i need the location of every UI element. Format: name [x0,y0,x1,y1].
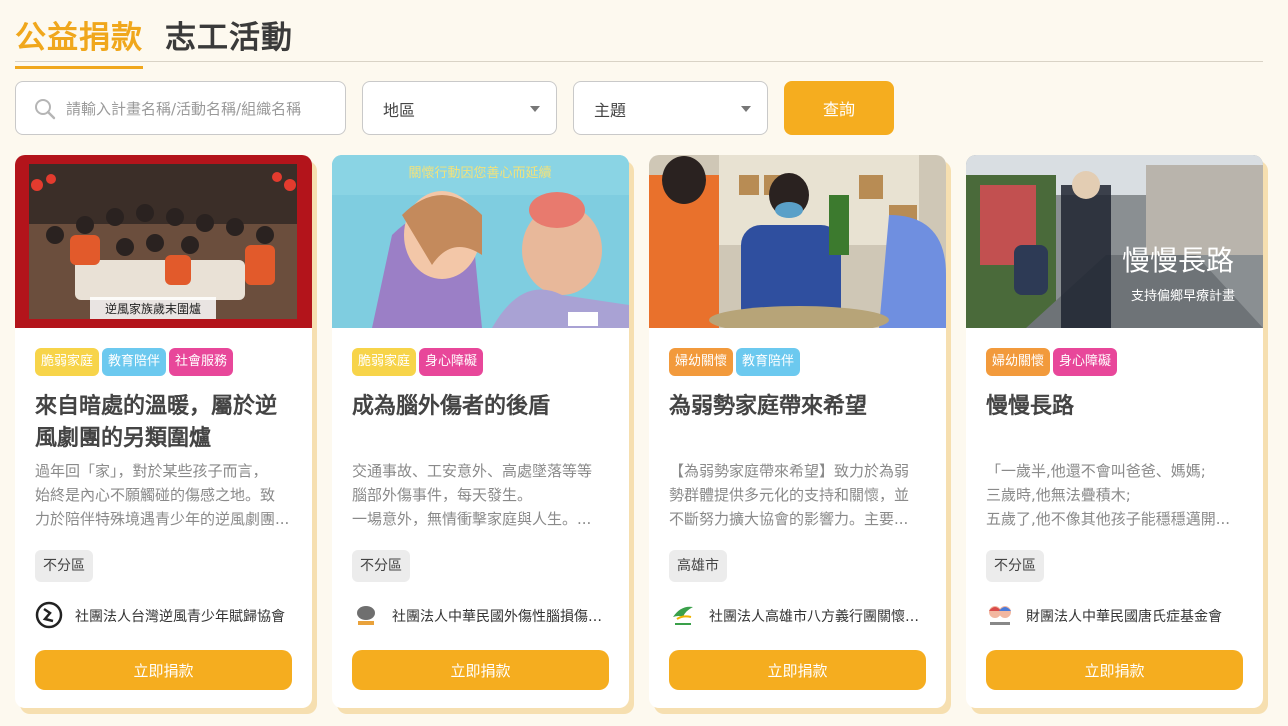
tab-volunteer[interactable]: 志工活動 [165,12,293,57]
topic-select[interactable]: 主題 [573,81,768,135]
project-title[interactable]: 為弱勢家庭帶來希望 [669,391,927,423]
project-image[interactable] [649,155,946,328]
search-input[interactable] [66,94,336,124]
tag-list: 婦幼關懷 身心障礙 [986,348,1118,376]
image-caption: 慢慢長路 [1122,244,1234,277]
organization[interactable]: 財團法人中華民國唐氏症基金會 [986,599,1244,631]
organization[interactable]: 社團法人中華民國外傷性腦損傷協會 [352,599,610,631]
organization-name: 社團法人高雄市八方義行團關懷協會 [709,609,927,625]
region-badge: 不分區 [35,550,93,582]
tag[interactable]: 身心障礙 [419,348,484,376]
tag[interactable]: 教育陪伴 [736,348,801,376]
image-subcaption: 支持偏鄉早療計畫 [1131,288,1235,304]
project-title[interactable]: 成為腦外傷者的後盾 [352,391,610,423]
tag-list: 脆弱家庭 教育陪伴 社會服務 [35,348,234,376]
tag-list: 脆弱家庭 身心障礙 [352,348,484,376]
project-description: 「一歲半,他還不會叫爸爸、媽媽; 三歲時,他無法疊積木; 五歲了,他不像其他孩子… [986,462,1231,528]
project-card[interactable]: 婦幼關懷 教育陪伴 為弱勢家庭帶來希望 【為弱勢家庭帶來希望】致力於為弱 勢群體… [649,155,946,708]
organization-name: 社團法人中華民國外傷性腦損傷協會 [392,609,610,625]
topic-select-label: 主題 [594,101,627,120]
search-icon [35,99,56,120]
children-logo-icon [989,606,1011,625]
region-select-label: 地區 [383,101,416,120]
project-card[interactable]: 逆風家族歲末圍爐 脆弱家庭 教育陪伴 社會服務 來自暗處的溫暖，屬於逆風劇團的另… [15,155,312,708]
project-card[interactable]: 關懷行動因您善心而延續 脆弱家庭 身心障礙 成為腦外傷者的後盾 交通事故、工安意… [332,155,629,708]
region-badge: 不分區 [352,550,410,582]
region-select[interactable]: 地區 [362,81,557,135]
bird-logo-icon [673,606,693,625]
organization-name: 財團法人中華民國唐氏症基金會 [1026,609,1222,625]
image-caption: 逆風家族歲末圍爐 [105,301,201,316]
project-image[interactable]: 逆風家族歲末圍爐 [15,155,312,328]
search-box[interactable] [15,81,346,135]
region-badge: 高雄市 [669,550,727,582]
project-title[interactable]: 來自暗處的溫暖，屬於逆風劇團的另類圍爐 [35,391,293,455]
organization[interactable]: 社團法人高雄市八方義行團關懷協會 [669,599,927,631]
tab-donation[interactable]: 公益捐款 [15,12,143,69]
project-card[interactable]: 慢慢長路 支持偏鄉早療計畫 婦幼關懷 身心障礙 慢慢長路 「一歲半,他還不會叫爸… [966,155,1263,708]
category-tabs: 公益捐款 志工活動 [15,0,1263,69]
tag[interactable]: 婦幼關懷 [669,348,734,376]
search-button[interactable]: 查詢 [784,81,894,135]
brain-logo-icon [357,606,375,625]
organization-name: 社團法人台灣逆風青少年賦歸協會 [75,609,285,625]
project-image[interactable]: 關懷行動因您善心而延續 [332,155,629,328]
organization[interactable]: 社團法人台灣逆風青少年賦歸協會 [35,599,293,631]
region-badge: 不分區 [986,550,1044,582]
project-image[interactable]: 慢慢長路 支持偏鄉早療計畫 [966,155,1263,328]
tag[interactable]: 身心障礙 [1053,348,1118,376]
tag[interactable]: 脆弱家庭 [352,348,417,376]
chevron-down-icon [741,106,751,112]
chevron-down-icon [530,106,540,112]
donate-button[interactable]: 立即捐款 [669,650,926,690]
project-description: 【為弱勢家庭帶來希望】致力於為弱 勢群體提供多元化的支持和關懷，並 不斷努力擴大… [669,462,910,528]
tag[interactable]: 教育陪伴 [102,348,167,376]
donate-button[interactable]: 立即捐款 [986,650,1243,690]
tag-list: 婦幼關懷 教育陪伴 [669,348,801,376]
tag[interactable]: 社會服務 [169,348,234,376]
project-title[interactable]: 慢慢長路 [986,391,1244,423]
project-description: 過年回「家」，對於某些孩子而言， 始終是內心不願觸碰的傷感之地。致 力於陪伴特殊… [35,462,290,528]
wind-logo-icon [35,601,63,629]
image-caption: 關懷行動因您善心而延續 [408,165,551,181]
donate-button[interactable]: 立即捐款 [352,650,609,690]
tag[interactable]: 脆弱家庭 [35,348,100,376]
project-description: 交通事故、工安意外、高處墜落等等 腦部外傷事件，每天發生。 一場意外，無情衝擊家… [352,462,593,528]
tag[interactable]: 婦幼關懷 [986,348,1051,376]
donate-button[interactable]: 立即捐款 [35,650,292,690]
